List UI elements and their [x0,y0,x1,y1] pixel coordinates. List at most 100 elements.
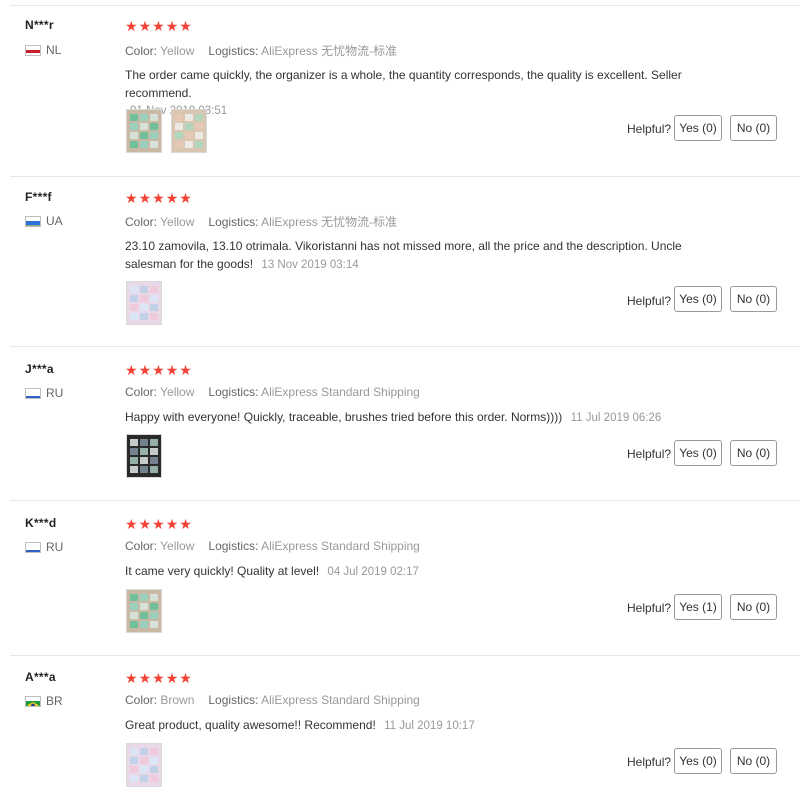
helpful-no-button[interactable]: No (0) [730,115,777,141]
netherlands-flag-icon [25,44,41,56]
review-divider [10,500,800,501]
star-icon: ★ [138,362,152,378]
logistics-label: Logistics: [208,215,259,229]
country-code: BR [46,694,63,708]
helpful-no-button[interactable]: No (0) [730,748,777,774]
star-icon: ★ [152,670,165,686]
review-photo-thumbnail[interactable] [126,434,162,478]
reviewer-country: NL [25,43,61,57]
review-body: 23.10 zamovila, 13.10 otrimala. Vikorist… [125,239,682,271]
helpful-label: Helpful? [627,447,672,461]
review-photo-thumbnail[interactable] [126,589,162,633]
color-label: Color: [125,44,158,58]
star-icon: ★ [165,190,179,206]
star-icon: ★ [152,516,165,532]
logistics-label: Logistics: [208,539,259,553]
helpful-no-button[interactable]: No (0) [730,440,777,466]
star-icon: ★ [165,362,179,378]
review-text: Great product, quality awesome!! Recomme… [125,716,700,735]
helpful-yes-button[interactable]: Yes (0) [674,115,722,141]
review-photo-thumbnail[interactable] [126,109,162,153]
reviewer-country: RU [25,540,63,554]
helpful-label: Helpful? [627,755,672,769]
review-divider [10,176,800,177]
review-photo-thumbnail[interactable] [171,109,207,153]
logistics-value: AliExpress Standard Shipping [261,385,420,399]
review-date: 04 Jul 2019 02:17 [327,566,419,578]
logistics-label: Logistics: [208,693,259,707]
star-icon: ★ [179,516,192,532]
order-info: Color: Yellow Logistics: AliExpress 无忧物流-… [125,213,397,230]
color-label: Color: [125,385,158,399]
star-rating: ★ ★ ★ ★ ★ [125,19,192,33]
helpful-yes-button[interactable]: Yes (0) [674,440,722,466]
logistics-value: AliExpress Standard Shipping [261,539,420,553]
star-rating: ★ ★ ★ ★ ★ [125,191,192,205]
helpful-label: Helpful? [627,294,672,308]
country-code: UA [46,214,63,228]
review-body: The order came quickly, the organizer is… [125,68,682,100]
review-photo-thumbnail[interactable] [126,281,162,325]
review-text: The order came quickly, the organizer is… [125,66,700,120]
color-value: Brown [160,693,195,707]
review-body: Great product, quality awesome!! Recomme… [125,718,376,732]
color-label: Color: [125,693,158,707]
helpful-no-button[interactable]: No (0) [730,286,777,312]
russia-flag-icon [25,387,41,399]
color-value: Yellow [160,385,195,399]
color-value: Yellow [160,215,195,229]
review-date: 11 Jul 2019 10:17 [384,720,475,732]
reviewer-name: F***f [25,190,52,204]
star-icon: ★ [165,670,179,686]
helpful-label: Helpful? [627,601,672,615]
star-icon: ★ [138,190,152,206]
country-code: RU [46,386,64,400]
logistics-value: AliExpress 无忧物流-标准 [261,215,398,229]
reviewer-country: RU [25,386,63,400]
logistics-value: AliExpress Standard Shipping [261,693,420,707]
country-code: RU [46,540,64,554]
review-text: Happy with everyone! Quickly, traceable,… [125,408,700,427]
helpful-yes-button[interactable]: Yes (1) [674,594,722,620]
helpful-yes-button[interactable]: Yes (0) [674,748,722,774]
color-value: Yellow [160,539,195,553]
order-info: Color: Brown Logistics: AliExpress Standa… [125,693,420,707]
review-text: 23.10 zamovila, 13.10 otrimala. Vikorist… [125,237,700,274]
review-photo-thumbnail[interactable] [126,743,162,787]
star-icon: ★ [125,18,138,34]
star-icon: ★ [125,362,138,378]
star-icon: ★ [179,362,192,378]
star-icon: ★ [152,190,165,206]
helpful-no-button[interactable]: No (0) [730,594,777,620]
color-label: Color: [125,215,158,229]
star-icon: ★ [152,18,165,34]
logistics-label: Logistics: [208,44,259,58]
star-icon: ★ [138,670,152,686]
color-value: Yellow [160,44,195,58]
order-info: Color: Yellow Logistics: AliExpress Stand… [125,385,420,399]
star-rating: ★ ★ ★ ★ ★ [125,671,192,685]
ukraine-flag-icon [25,215,41,227]
review-divider [10,346,800,347]
review-divider [10,655,800,656]
reviewer-name: K***d [25,516,57,530]
star-icon: ★ [125,190,138,206]
country-code: NL [46,43,62,57]
order-info: Color: Yellow Logistics: AliExpress 无忧物流-… [125,42,397,59]
review-body: Happy with everyone! Quickly, traceable,… [125,410,563,424]
star-icon: ★ [125,516,138,532]
star-icon: ★ [179,18,192,34]
star-rating: ★ ★ ★ ★ ★ [125,517,192,531]
star-icon: ★ [179,190,192,206]
review-date: 01 Nov 2019 03:51 [130,105,228,117]
reviewer-country: BR [25,694,63,708]
logistics-label: Logistics: [208,385,259,399]
helpful-yes-button[interactable]: Yes (0) [674,286,722,312]
star-rating: ★ ★ ★ ★ ★ [125,363,192,377]
reviewer-name: A***a [25,670,56,684]
review-date: 13 Nov 2019 03:14 [261,259,359,271]
review-date: 11 Jul 2019 06:26 [570,412,662,424]
review-body: It came very quickly! Quality at level! [125,564,320,578]
reviewer-name: N***r [25,18,54,32]
star-icon: ★ [165,18,179,34]
